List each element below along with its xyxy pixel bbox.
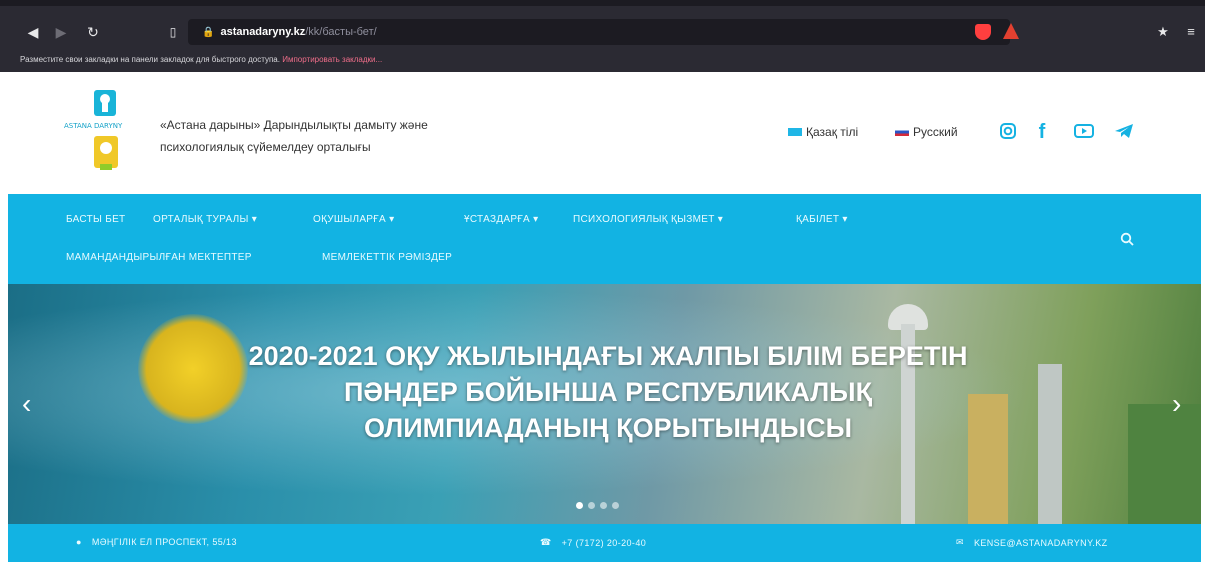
url-bar[interactable]: 🔒 astanadaryny.kz /kk/басты-бет/ [188,19,1010,45]
tab-strip [0,0,1205,6]
bookmark-page-icon[interactable]: ▯ [162,16,184,48]
import-bookmarks-link[interactable]: Импортировать закладки... [282,55,382,64]
chevron-down-icon: ▾ [389,214,395,225]
chevron-down-icon: ▾ [717,214,724,225]
nav-item-teachers-label: ҰСТАЗДАРҒА [464,214,531,225]
slider-next-icon[interactable]: › [1172,388,1181,420]
contact-address: ● МӘҢГІЛІК ЕЛ ПРОСПЕКТ, 55/13 [76,537,237,547]
reload-icon[interactable]: ↻ [82,16,104,48]
nav-item-abilities-label: ҚАБІЛЕТ [796,214,840,225]
chevron-down-icon: ▾ [251,214,258,225]
extensions-icon[interactable]: ★ [1152,16,1174,48]
lang-kazakh[interactable]: Қазақ тілі [788,125,858,139]
hero-title-line1: 2020-2021 ОҚУ ЖЫЛЫНДАҒЫ ЖАЛПЫ БІЛІМ БЕРЕ… [248,341,968,371]
telegram-icon[interactable] [1114,122,1134,142]
nav-item-symbols[interactable]: МЕМЛЕКЕТТІК РӘМІЗДЕР [322,252,452,263]
hero-slider: 2020-2021 ОҚУ ЖЫЛЫНДАҒЫ ЖАЛПЫ БІЛІМ БЕРЕ… [8,284,1201,524]
chevron-down-icon: ▾ [533,214,539,225]
org-name-line2: психологиялық сүйемелдеу орталығы [160,140,371,154]
mail-icon: ✉ [956,537,964,547]
contact-address-text: МӘҢГІЛІК ЕЛ ПРОСПЕКТ, 55/13 [91,537,237,547]
instagram-icon[interactable] [998,122,1018,142]
hero-title-line2: ПӘНДЕР БОЙЫНША РЕСПУБЛИКАЛЫҚ [343,377,873,407]
nav-item-psychology[interactable]: ПСИХОЛОГИЯЛЫҚ ҚЫЗМЕТ ▾ [573,214,723,225]
nav-item-students-label: ОҚУШЫЛАРҒА [313,214,386,225]
contact-phone-text: +7 (7172) 20-20-40 [561,537,647,548]
lang-russian[interactable]: Русский [895,125,958,139]
contact-phone[interactable]: ☎ +7 (7172) 20-20-40 [540,537,646,548]
bookmarks-bar: Разместите свои закладки на панели закла… [0,48,1205,72]
slider-dots [576,502,624,509]
trees-shape [1128,404,1201,524]
kz-flag-icon [788,128,802,136]
lang-russian-label: Русский [913,125,958,139]
lock-icon: 🔒 [202,26,215,38]
nav-item-about[interactable]: ОРТАЛЫҚ ТУРАЛЫ ▾ [153,214,257,225]
warning-icon[interactable] [1003,23,1019,39]
forward-icon[interactable]: ▶ [50,16,72,48]
contact-email[interactable]: ✉ KENSE@ASTANADARYNY.KZ [956,537,1108,548]
phone-icon: ☎ [540,537,552,547]
ru-flag-icon [895,128,909,136]
slider-dot[interactable] [576,502,583,509]
org-name: «Астана дарыны» Дарындылықты дамыту және… [160,114,520,158]
slider-prev-icon[interactable]: ‹ [22,388,31,420]
nav-item-students[interactable]: ОҚУШЫЛАРҒА ▾ [313,214,394,225]
browser-chrome: ◀ ▶ ↻ ▯ 🔒 astanadaryny.kz /kk/басты-бет/… [0,0,1205,72]
bookmarks-hint: Разместите свои закладки на панели закла… [20,55,280,64]
search-icon[interactable] [1120,232,1134,246]
lang-kazakh-label: Қазақ тілі [806,125,859,139]
site-header: ASTANA DARYNY «Астана дарыны» Дарындылық… [8,72,1201,194]
nav-item-about-label: ОРТАЛЫҚ ТУРАЛЫ [153,214,249,225]
hero-title: 2020-2021 ОҚУ ЖЫЛЫНДАҒЫ ЖАЛПЫ БІЛІМ БЕРЕ… [158,338,1058,446]
slider-dot[interactable] [612,502,619,509]
main-nav: БАСТЫ БЕТ ОРТАЛЫҚ ТУРАЛЫ ▾ ОҚУШЫЛАРҒА ▾ … [8,194,1201,284]
contact-email-text: KENSE@ASTANADARYNY.KZ [973,537,1108,548]
nav-item-teachers[interactable]: ҰСТАЗДАРҒА ▾ [464,214,538,225]
location-pin-icon: ● [76,537,82,547]
url-path: /kk/басты-бет/ [305,26,377,38]
nav-item-schools[interactable]: МАМАНДАНДЫРЫЛҒАН МЕКТЕПТЕР [66,252,252,263]
browser-toolbar: ◀ ▶ ↻ ▯ 🔒 astanadaryny.kz /kk/басты-бет/… [0,16,1205,48]
chevron-down-icon: ▾ [842,214,848,225]
site-logo[interactable]: ASTANA DARYNY [60,86,150,182]
hero-title-line3: ОЛИМПИАДАНЫҢ ҚОРЫТЫНДЫСЫ [363,413,853,443]
slider-dot[interactable] [600,502,607,509]
facebook-icon[interactable]: f [1032,122,1052,142]
youtube-icon[interactable] [1074,122,1094,142]
brave-shield-icon[interactable] [975,24,991,40]
nav-item-home[interactable]: БАСТЫ БЕТ [66,214,125,225]
back-icon[interactable]: ◀ [22,16,44,48]
nav-item-abilities[interactable]: ҚАБІЛЕТ ▾ [796,214,848,225]
menu-icon[interactable]: ≡ [1180,16,1202,48]
slider-dot[interactable] [588,502,595,509]
contact-bar: ● МӘҢГІЛІК ЕЛ ПРОСПЕКТ, 55/13 ☎ +7 (7172… [8,524,1201,562]
nav-item-psychology-label: ПСИХОЛОГИЯЛЫҚ ҚЫЗМЕТ [573,214,715,225]
logo-graphic: ASTANA DARYNY [64,90,132,170]
svg-text:ASTANA DARYNY: ASTANA DARYNY [64,122,123,130]
org-name-line1: «Астана дарыны» Дарындылықты дамыту және [160,118,428,132]
url-host: astanadaryny.kz [220,26,306,38]
